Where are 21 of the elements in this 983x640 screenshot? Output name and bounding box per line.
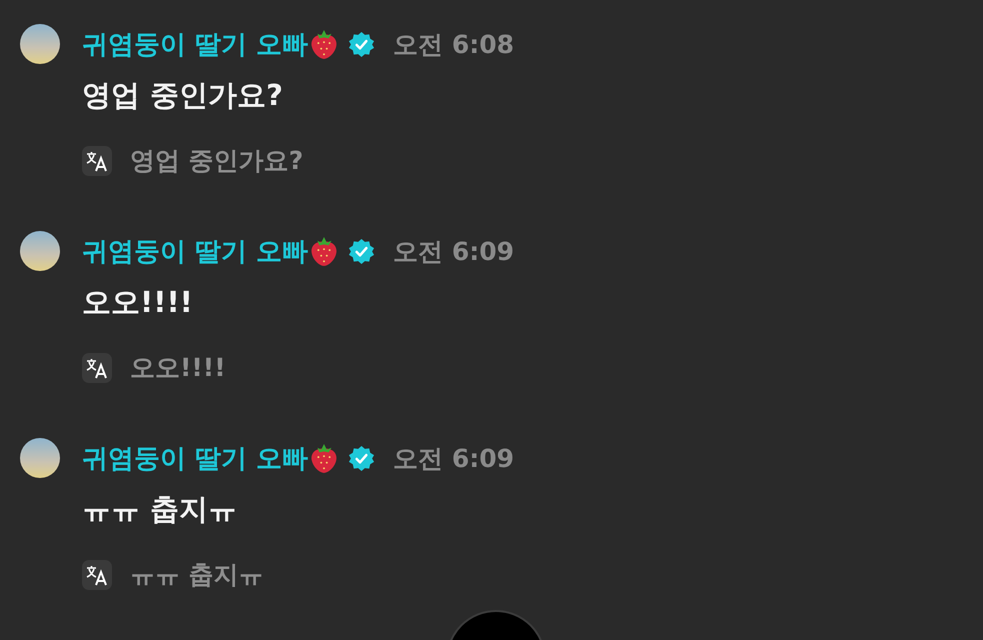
message-time: 오전 6:09 bbox=[393, 442, 514, 474]
message-time: 오전 6:08 bbox=[393, 28, 514, 60]
author-name[interactable]: 귀염둥이 딸기 오빠 bbox=[82, 440, 308, 476]
strawberry-icon bbox=[310, 442, 338, 474]
avatar-photo-placeholder[interactable] bbox=[20, 438, 60, 478]
translate-icon[interactable] bbox=[82, 560, 112, 590]
message-text: ㅠㅠ 춥지ㅠ bbox=[82, 491, 238, 528]
translated-text: ㅠㅠ 춥지ㅠ bbox=[130, 559, 264, 591]
author-name[interactable]: 귀염둥이 딸기 오빠 bbox=[82, 26, 308, 62]
translated-text: 오오!!!! bbox=[130, 352, 226, 384]
message-text: 영업 중인가요? bbox=[82, 77, 284, 114]
message-time: 오전 6:09 bbox=[393, 236, 514, 268]
strawberry-icon bbox=[310, 28, 338, 60]
author-name[interactable]: 귀염둥이 딸기 오빠 bbox=[82, 234, 308, 268]
translate-icon[interactable] bbox=[82, 146, 112, 176]
message-text: 오오!!!! bbox=[82, 284, 194, 321]
translated-text: 영업 중인가요? bbox=[130, 145, 304, 177]
translate-icon[interactable] bbox=[82, 352, 112, 382]
strawberry-icon bbox=[310, 235, 338, 267]
avatar-photo-placeholder[interactable] bbox=[20, 231, 60, 271]
avatar-photo-placeholder[interactable] bbox=[20, 24, 60, 64]
